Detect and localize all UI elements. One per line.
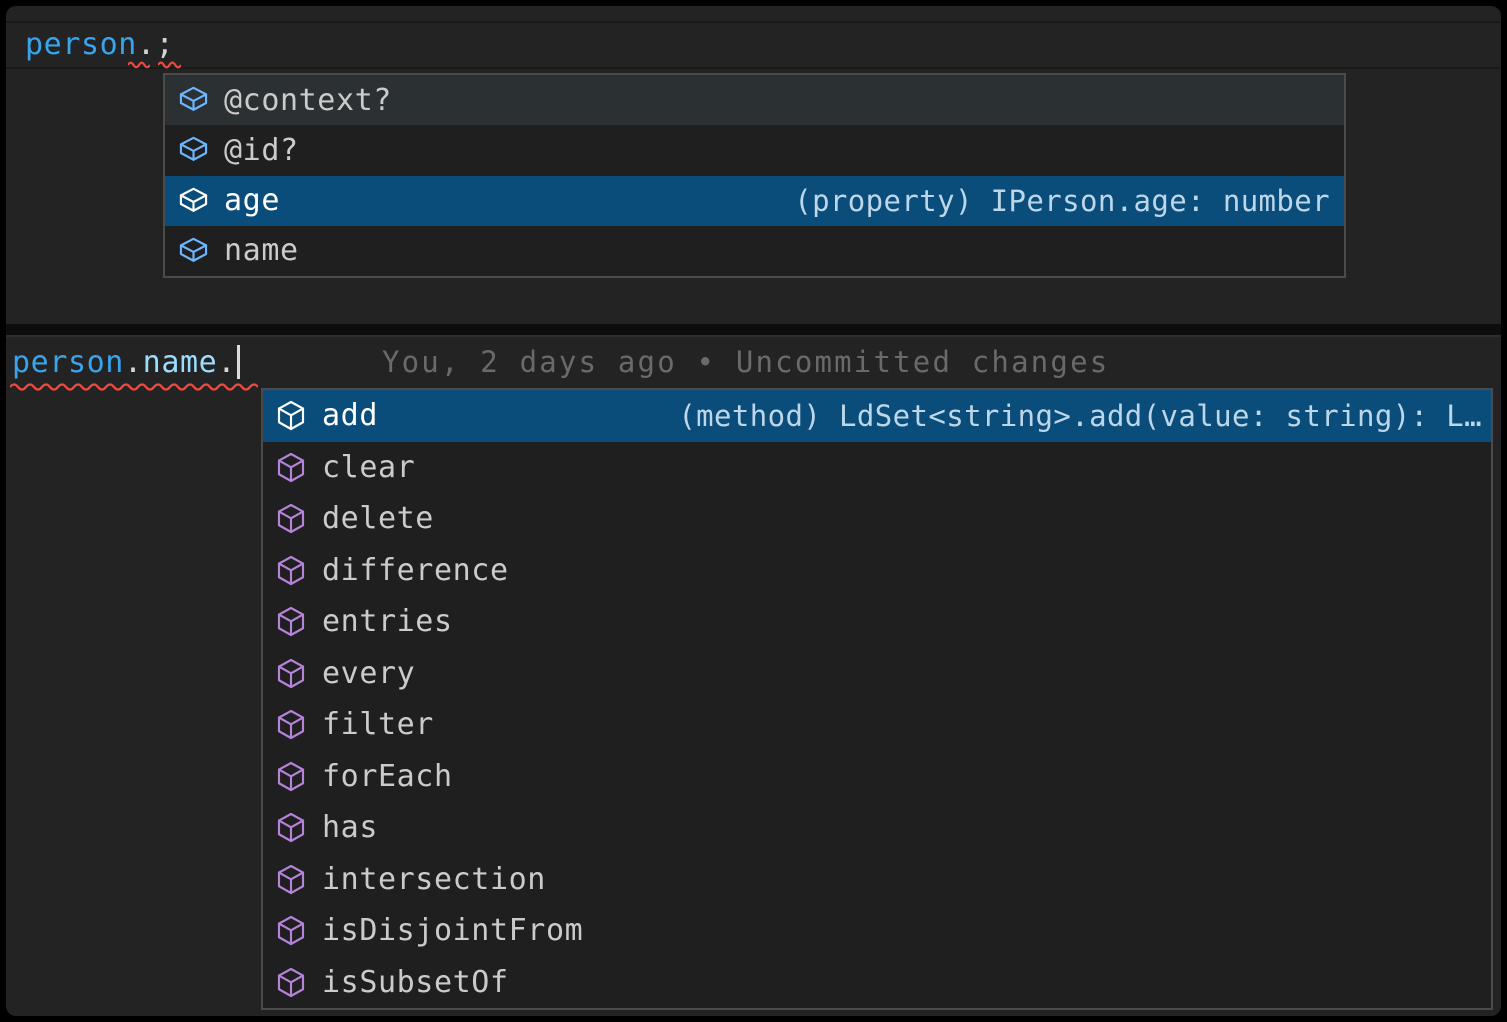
suggestion-item[interactable]: @context? bbox=[165, 75, 1344, 125]
error-squiggle bbox=[158, 60, 181, 69]
symbol-field-icon bbox=[175, 82, 211, 118]
suggestion-item-selected[interactable]: add (method) LdSet<string>.add(value: st… bbox=[263, 390, 1491, 442]
symbol-field-icon bbox=[175, 132, 211, 168]
code-token-variable: person bbox=[12, 345, 124, 380]
suggestion-label: forEach bbox=[322, 759, 453, 794]
suggestion-item[interactable]: clear bbox=[263, 442, 1491, 494]
symbol-method-icon bbox=[273, 861, 309, 897]
autocomplete-popup-secondary: add (method) LdSet<string>.add(value: st… bbox=[261, 388, 1493, 1010]
symbol-method-icon bbox=[273, 913, 309, 949]
editor-divider-line bbox=[6, 67, 1501, 69]
suggestion-label: intersection bbox=[322, 862, 546, 897]
suggestion-item[interactable]: forEach bbox=[263, 751, 1491, 803]
suggestion-item[interactable]: isDisjointFrom bbox=[263, 905, 1491, 957]
symbol-method-icon bbox=[273, 964, 309, 1000]
suggestion-item[interactable]: every bbox=[263, 648, 1491, 700]
suggestion-item[interactable]: filter bbox=[263, 699, 1491, 751]
suggestion-label: isDisjointFrom bbox=[322, 913, 583, 948]
code-token-punctuation: ; bbox=[156, 27, 175, 62]
suggestion-label: clear bbox=[322, 450, 415, 485]
symbol-field-icon bbox=[175, 183, 211, 219]
suggestion-label: filter bbox=[322, 707, 434, 742]
error-squiggle bbox=[128, 60, 150, 69]
symbol-method-icon bbox=[273, 552, 309, 588]
symbol-method-icon bbox=[273, 707, 309, 743]
suggestion-item[interactable]: isSubsetOf bbox=[263, 957, 1491, 1009]
code-token-property: name bbox=[143, 345, 218, 380]
error-squiggle bbox=[10, 382, 258, 391]
suggestion-label: entries bbox=[322, 604, 453, 639]
suggestion-item[interactable]: difference bbox=[263, 545, 1491, 597]
suggestion-detail: (property) IPerson.age: number bbox=[794, 184, 1344, 218]
symbol-method-icon bbox=[273, 449, 309, 485]
suggestion-label: every bbox=[322, 656, 415, 691]
suggestion-label: delete bbox=[322, 501, 434, 536]
suggestion-label: difference bbox=[322, 553, 509, 588]
suggestion-item[interactable]: has bbox=[263, 802, 1491, 854]
editor-window: person.; @context? @id? age (property) I… bbox=[0, 0, 1507, 1022]
symbol-method-icon bbox=[273, 655, 309, 691]
suggestion-item[interactable]: delete bbox=[263, 493, 1491, 545]
editor-divider-line bbox=[6, 21, 1501, 23]
section-divider bbox=[6, 324, 1501, 337]
suggestion-label: age bbox=[224, 183, 280, 218]
suggestion-label: @context? bbox=[224, 83, 392, 118]
code-token-variable: person bbox=[25, 27, 137, 62]
symbol-field-icon bbox=[175, 233, 211, 269]
suggestion-item[interactable]: intersection bbox=[263, 854, 1491, 906]
suggestion-item[interactable]: name bbox=[165, 226, 1344, 276]
symbol-method-icon bbox=[273, 810, 309, 846]
suggestion-item[interactable]: entries bbox=[263, 596, 1491, 648]
autocomplete-popup-primary: @context? @id? age (property) IPerson.ag… bbox=[163, 73, 1346, 278]
suggestion-label: isSubsetOf bbox=[322, 965, 509, 1000]
symbol-method-icon bbox=[273, 501, 309, 537]
code-line-1[interactable]: person.; bbox=[25, 23, 174, 67]
symbol-method-icon bbox=[273, 758, 309, 794]
symbol-method-icon bbox=[273, 398, 309, 434]
code-token-punctuation: . bbox=[124, 345, 143, 380]
code-token-punctuation: . bbox=[137, 27, 156, 62]
editor-surface[interactable]: person.; @context? @id? age (property) I… bbox=[6, 6, 1501, 1016]
suggestion-label: has bbox=[322, 810, 378, 845]
text-cursor bbox=[237, 345, 240, 379]
suggestion-item[interactable]: @id? bbox=[165, 125, 1344, 175]
suggestion-detail: (method) LdSet<string>.add(value: string… bbox=[678, 399, 1491, 433]
suggestion-label: name bbox=[224, 233, 299, 268]
suggestion-item-selected[interactable]: age (property) IPerson.age: number bbox=[165, 176, 1344, 226]
git-blame-annotation: You, 2 days ago • Uncommitted changes bbox=[382, 345, 1109, 379]
code-token-punctuation: . bbox=[217, 345, 236, 380]
code-line-2[interactable]: person.name. You, 2 days ago • Uncommitte… bbox=[12, 340, 1109, 384]
symbol-method-icon bbox=[273, 604, 309, 640]
suggestion-label: add bbox=[322, 398, 378, 433]
suggestion-label: @id? bbox=[224, 133, 299, 168]
